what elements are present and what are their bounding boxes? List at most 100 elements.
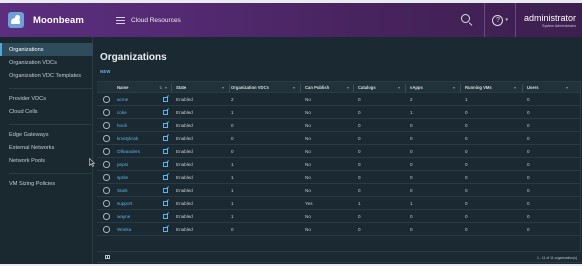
sidebar-item-network-pools[interactable]: Network Pools bbox=[0, 154, 93, 167]
hamburger-icon[interactable] bbox=[115, 16, 125, 24]
cell-vapps: 0 bbox=[410, 174, 413, 180]
sidebar-item-organization-vdcs[interactable]: Organization VDCs bbox=[0, 56, 93, 69]
cell-vapps: 0 bbox=[410, 135, 413, 141]
table-row[interactable]: Stark Enabled 1 No 0 0 0 0 bbox=[97, 184, 581, 197]
column-header-name[interactable]: Name bbox=[117, 82, 128, 92]
cell-state: Enabled bbox=[176, 200, 193, 206]
table-row[interactable]: sprite Enabled 1 No 0 0 0 0 bbox=[97, 171, 581, 184]
external-link-icon[interactable] bbox=[163, 97, 168, 102]
table-row[interactable]: hooli Enabled 0 No 0 0 0 0 bbox=[97, 119, 581, 132]
cell-name-link[interactable]: pepsi bbox=[117, 158, 128, 170]
table-row[interactable]: wayne Enabled 1 No 0 0 0 0 bbox=[97, 210, 581, 223]
row-select-radio[interactable] bbox=[103, 122, 110, 129]
cell-catalogs: 0 bbox=[358, 122, 361, 128]
sort-icon[interactable]: ⇅ bbox=[159, 82, 162, 92]
cell-vapps: 0 bbox=[410, 122, 413, 128]
cell-users: 0 bbox=[527, 213, 530, 219]
external-link-icon[interactable] bbox=[163, 123, 168, 128]
cell-state: Enabled bbox=[176, 213, 193, 219]
help-icon[interactable]: ? bbox=[492, 14, 504, 26]
sidebar-item-organization-vdc-templates[interactable]: Organization VDC Templates bbox=[0, 69, 93, 82]
cell-name-link[interactable]: coke bbox=[117, 106, 127, 118]
external-link-icon[interactable] bbox=[163, 188, 168, 193]
new-button[interactable]: NEW bbox=[100, 69, 111, 74]
column-header-vapps[interactable]: vApps bbox=[410, 82, 423, 92]
row-select-radio[interactable] bbox=[103, 200, 110, 207]
filter-icon[interactable]: ▾ bbox=[453, 82, 455, 92]
cell-can-publish: No bbox=[305, 174, 311, 180]
column-header-running-vms[interactable]: Running VMs bbox=[465, 82, 492, 92]
column-header-organization-vdcs[interactable]: Organization VDCs bbox=[231, 82, 269, 92]
sidebar-item-edge-gateways[interactable]: Edge Gateways bbox=[0, 128, 93, 141]
column-toggle-icon[interactable] bbox=[105, 255, 110, 259]
filter-icon[interactable]: ▾ bbox=[293, 82, 295, 92]
cell-name-link[interactable]: support bbox=[117, 197, 132, 209]
external-link-icon[interactable] bbox=[163, 201, 168, 206]
search-icon[interactable] bbox=[461, 14, 473, 26]
help-menu[interactable]: ? ▾ bbox=[485, 14, 515, 26]
cell-name-link[interactable]: acme bbox=[117, 93, 128, 105]
cell-name-link[interactable]: krustykrab bbox=[117, 132, 138, 144]
filter-icon[interactable]: ▾ bbox=[222, 82, 224, 92]
cell-state: Enabled bbox=[176, 174, 193, 180]
table-row[interactable]: krustykrab Enabled 0 No 0 0 0 0 bbox=[97, 132, 581, 145]
cell-catalogs: 0 bbox=[358, 109, 361, 115]
row-select-radio[interactable] bbox=[103, 187, 110, 194]
sidebar-item-vm-sizing-policies[interactable]: VM Sizing Policies bbox=[0, 177, 93, 190]
table-row[interactable]: pepsi Enabled 1 No 0 0 0 0 bbox=[97, 158, 581, 171]
cell-name-link[interactable]: Wonka bbox=[117, 223, 131, 235]
table-row[interactable]: Ollivanders Enabled 0 No 0 0 0 0 bbox=[97, 145, 581, 158]
external-link-icon[interactable] bbox=[163, 149, 168, 154]
chevron-down-icon: ▾ bbox=[505, 17, 508, 23]
cell-state: Enabled bbox=[176, 96, 193, 102]
table-row[interactable]: coke Enabled 1 No 0 1 0 0 bbox=[97, 106, 581, 119]
table-row[interactable]: acme Enabled 2 No 0 2 1 0 bbox=[97, 93, 581, 106]
cell-name-link[interactable]: sprite bbox=[117, 171, 128, 183]
external-link-icon[interactable] bbox=[163, 227, 168, 232]
section-title[interactable]: Cloud Resources bbox=[131, 17, 181, 24]
row-select-radio[interactable] bbox=[103, 226, 110, 233]
table-row[interactable]: Wonka Enabled 0 No 0 0 0 0 bbox=[97, 223, 581, 236]
external-link-icon[interactable] bbox=[163, 162, 168, 167]
external-link-icon[interactable] bbox=[163, 175, 168, 180]
filter-icon[interactable]: ▾ bbox=[347, 82, 349, 92]
filter-icon[interactable]: ▾ bbox=[566, 82, 568, 92]
scrollbar[interactable] bbox=[579, 81, 581, 251]
row-select-radio[interactable] bbox=[103, 213, 110, 220]
cell-name-link[interactable]: Stark bbox=[117, 184, 128, 196]
external-link-icon[interactable] bbox=[163, 136, 168, 141]
column-header-state[interactable]: State bbox=[176, 82, 186, 92]
sidebar-divider bbox=[9, 124, 93, 125]
cell-can-publish: No bbox=[305, 161, 311, 167]
cell-organization-vdcs: 1 bbox=[231, 109, 234, 115]
cell-state: Enabled bbox=[176, 161, 193, 167]
cell-name-link[interactable]: Ollivanders bbox=[117, 145, 140, 157]
sidebar-item-external-networks[interactable]: External Networks bbox=[0, 141, 93, 154]
cell-running-vms: 0 bbox=[465, 213, 468, 219]
cell-vapps: 0 bbox=[410, 213, 413, 219]
sidebar-item-organizations[interactable]: Organizations bbox=[0, 43, 93, 56]
filter-icon[interactable]: ▾ bbox=[165, 82, 167, 92]
column-header-catalogs[interactable]: Catalogs bbox=[358, 82, 376, 92]
row-select-radio[interactable] bbox=[103, 109, 110, 116]
column-header-can-publish[interactable]: Can Publish bbox=[305, 82, 329, 92]
filter-icon[interactable]: ▾ bbox=[398, 82, 400, 92]
cell-name-link[interactable]: hooli bbox=[117, 119, 127, 131]
row-select-radio[interactable] bbox=[103, 135, 110, 142]
filter-icon[interactable]: ▾ bbox=[514, 82, 516, 92]
external-link-icon[interactable] bbox=[163, 110, 168, 115]
row-select-radio[interactable] bbox=[103, 161, 110, 168]
cell-can-publish: No bbox=[305, 187, 311, 193]
external-link-icon[interactable] bbox=[163, 214, 168, 219]
column-header-users[interactable]: Users bbox=[527, 82, 539, 92]
cell-name-link[interactable]: wayne bbox=[117, 210, 130, 222]
organizations-table: Name ⇅ ▾ State ▾ Organization VDCs ▾ Can… bbox=[97, 81, 581, 236]
sidebar-item-provider-vdcs[interactable]: Provider VDCs bbox=[0, 92, 93, 105]
user-menu[interactable]: administrator System Administrator bbox=[516, 13, 582, 28]
row-select-radio[interactable] bbox=[103, 174, 110, 181]
row-select-radio[interactable] bbox=[103, 148, 110, 155]
sidebar-item-cloud-cells[interactable]: Cloud Cells bbox=[0, 105, 93, 118]
row-select-radio[interactable] bbox=[103, 96, 110, 103]
table-row[interactable]: support Enabled 1 Yes 1 1 0 0 bbox=[97, 197, 581, 210]
cell-can-publish: No bbox=[305, 148, 311, 154]
